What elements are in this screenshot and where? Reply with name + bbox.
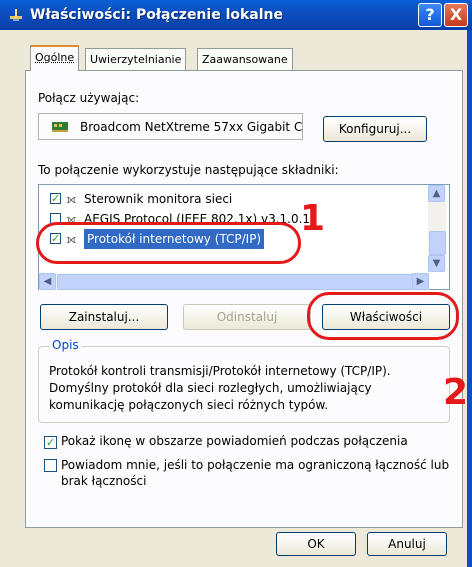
description-text: Protokół kontroli transmisji/Protokół in…	[49, 364, 391, 412]
uninstall-button[interactable]: Odinstaluj	[183, 304, 311, 330]
show-icon-label: Pokaż ikonę w obszarze powiadomień podcz…	[61, 434, 408, 448]
network-card-icon	[52, 122, 68, 132]
annotation-circle-1	[36, 222, 301, 264]
cancel-button[interactable]: Anuluj	[367, 532, 447, 556]
scroll-left-icon[interactable]: ◀	[39, 273, 56, 290]
scroll-up-icon[interactable]: ▲	[428, 185, 445, 202]
network-component-icon: ⟗	[66, 192, 77, 206]
scroll-thumb-horizontal[interactable]	[57, 274, 414, 290]
component-checkbox[interactable]: ✓	[50, 193, 61, 204]
tab-authentication[interactable]: Uwierzytelnianie	[85, 48, 187, 70]
tab-advanced[interactable]: Zaawansowane	[197, 48, 293, 70]
install-button[interactable]: Zainstaluj...	[40, 304, 168, 330]
component-label: Sterownik monitora sieci	[84, 192, 233, 206]
notify-label: Powiadom mnie, jeśli to połączenie ma og…	[61, 458, 450, 488]
adapter-name: Broadcom NetXtreme 57xx Gigabit C	[80, 120, 303, 134]
horizontal-scrollbar[interactable]: ◀ ▶	[39, 273, 429, 290]
description-title: Opis	[49, 338, 82, 352]
tab-general[interactable]: Ogólne	[30, 45, 80, 71]
show-icon-option[interactable]: ✓ Pokaż ikonę w obszarze powiadomień pod…	[44, 434, 454, 450]
notify-option[interactable]: Powiadom mnie, jeśli to połączenie ma og…	[44, 457, 454, 491]
ok-button[interactable]: OK	[276, 532, 356, 556]
annotation-circle-2	[307, 292, 459, 340]
vertical-scrollbar[interactable]: ▲ ▼	[428, 185, 446, 272]
connect-using-label: Połącz używając:	[38, 91, 140, 105]
help-button[interactable]: ?	[418, 3, 442, 27]
close-button[interactable]: X	[444, 3, 468, 27]
scroll-down-icon[interactable]: ▼	[428, 255, 445, 272]
window-title: Właściwości: Połączenie lokalne	[30, 7, 284, 23]
notify-checkbox[interactable]	[44, 459, 57, 472]
scroll-thumb[interactable]	[429, 231, 446, 255]
show-icon-checkbox[interactable]: ✓	[44, 436, 57, 449]
window-border	[467, 30, 472, 567]
tab-general-label: Ogólne	[35, 51, 75, 64]
scroll-right-icon[interactable]: ▶	[412, 273, 429, 290]
annotation-number-2: 2	[443, 372, 469, 413]
annotation-number-1: 1	[300, 198, 326, 239]
network-connection-icon	[10, 9, 22, 21]
configure-button[interactable]: Konfiguruj...	[323, 116, 427, 142]
components-label: To połączenie wykorzystuje następujące s…	[38, 163, 339, 177]
